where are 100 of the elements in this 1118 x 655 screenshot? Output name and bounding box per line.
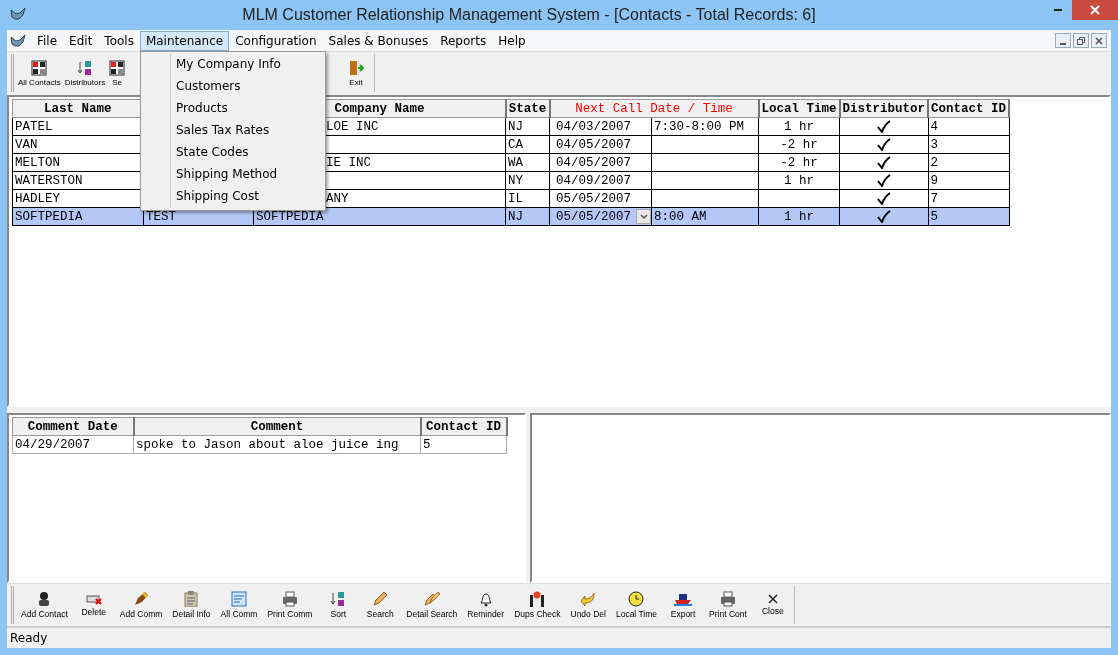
toolbar-button[interactable]: Add Comm	[114, 586, 168, 624]
sort-icon	[76, 59, 93, 76]
menu-item[interactable]: Tools	[98, 30, 140, 51]
table-cell: TEST	[146, 209, 176, 224]
table-cell: SOFTPEDIA	[15, 209, 83, 224]
column-header[interactable]: Comment	[133, 417, 421, 436]
table-cell: -2 hr	[780, 137, 818, 152]
table-cell: IL	[508, 191, 523, 206]
toolbar-button[interactable]: Delete	[72, 586, 115, 624]
menu-item[interactable]: Reports	[434, 30, 493, 51]
menu-item[interactable]: Edit	[63, 30, 99, 51]
restore-button[interactable]	[1073, 33, 1089, 48]
menu-item[interactable]: Help	[492, 30, 532, 51]
table-row[interactable]: SOFTPEDIA TEST SOFTPEDIA NJ 05/05/2007 8:00 AM 1 hr 5	[12, 207, 1010, 226]
column-header[interactable]: Local Time	[758, 99, 840, 118]
toolbar-button[interactable]: Se	[107, 54, 128, 92]
toolbar-button[interactable]: Distributors	[62, 54, 108, 92]
toolbar-button[interactable]: Local Time	[610, 586, 663, 624]
table-cell: PATEL	[15, 119, 53, 134]
toolbar-button[interactable]: Detail Search	[401, 586, 463, 624]
toolbar-button[interactable]: Export	[662, 586, 705, 624]
table-cell: 1 hr	[784, 173, 814, 188]
printer-icon	[719, 591, 736, 607]
table-cell: 04/29/2007	[15, 437, 90, 452]
column-header[interactable]: State	[505, 99, 550, 118]
menu-item[interactable]: File	[31, 30, 64, 51]
toolbar-button[interactable]: Reminder	[462, 586, 510, 624]
column-header[interactable]: Next Call Date / Time	[549, 99, 759, 118]
document-icon	[231, 591, 247, 607]
close-icon	[767, 594, 778, 604]
table-cell: 3	[930, 137, 939, 152]
toolbar-button[interactable]: All Contacts	[16, 54, 63, 92]
table-cell: 8:00 AM	[654, 209, 707, 224]
boat-icon	[674, 591, 693, 607]
toolbar-button[interactable]: Search	[359, 586, 402, 624]
toolbar-button[interactable]: Sort	[317, 586, 360, 624]
clock-icon	[628, 591, 645, 607]
door-icon	[348, 59, 364, 76]
table-cell: 5	[930, 209, 939, 224]
gate-icon	[529, 591, 546, 607]
close-icon	[1090, 5, 1100, 15]
close-icon	[1095, 36, 1103, 45]
toolbar-button[interactable]: Close	[751, 586, 794, 624]
toolbar-button[interactable]: Print Comm	[262, 586, 318, 624]
column-header[interactable]: Contact ID	[420, 417, 507, 436]
table-cell: WATERSTON	[15, 173, 83, 188]
menu-item[interactable]: Configuration	[229, 30, 323, 51]
printer-icon	[281, 591, 298, 607]
arrow-icon	[580, 591, 597, 607]
toolbar-button[interactable]: Dups Check	[509, 586, 566, 624]
menu-item[interactable]: Customers	[141, 76, 325, 98]
column-header[interactable]: Contact ID	[928, 99, 1010, 118]
table-cell: NJ	[508, 119, 523, 134]
battery-icon	[85, 593, 102, 605]
table-cell: IE INC	[326, 155, 371, 170]
menu-item[interactable]: Sales & Bonuses	[322, 30, 435, 51]
table-cell: 05/05/2007	[556, 209, 631, 224]
column-header[interactable]: Comment Date	[12, 417, 134, 436]
close-button[interactable]	[1072, 0, 1118, 20]
table-cell: 04/09/2007	[556, 173, 631, 188]
table-cell: spoke to Jason about aloe juice ing	[136, 437, 399, 452]
pencil-icon	[133, 591, 150, 607]
table-cell: 5	[423, 437, 431, 452]
toolbar-button[interactable]: Undo Del	[565, 586, 611, 624]
table-cell: 7:30-8:00 PM	[654, 119, 744, 134]
table-cell: 1 hr	[784, 209, 814, 224]
window-title: MLM Customer Relationship Management System - [Contacts - Total Records: 6]	[241, 6, 817, 24]
table-cell: 04/05/2007	[556, 137, 631, 152]
toolbar-button[interactable]: Detail Info	[167, 586, 216, 624]
table-cell: ANY	[326, 191, 349, 206]
table-cell: CA	[508, 137, 523, 152]
bell-icon	[478, 591, 493, 607]
menu-item[interactable]: Maintenance	[139, 30, 230, 51]
close-button[interactable]	[1091, 33, 1107, 48]
table-cell: MELTON	[15, 155, 60, 170]
column-header[interactable]: Distributor	[839, 99, 929, 118]
dropdown-button[interactable]	[636, 209, 651, 224]
toolbar-button[interactable]: All Comm	[215, 586, 263, 624]
status-text: Ready	[9, 631, 48, 645]
table-cell: 04/05/2007	[556, 155, 631, 170]
table-cell: WA	[508, 155, 523, 170]
table-cell: 1 hr	[784, 119, 814, 134]
table-cell: 9	[930, 173, 939, 188]
minimize-button[interactable]	[1055, 33, 1071, 48]
toolbar-button[interactable]: Exit	[346, 54, 366, 92]
minimize-icon	[1053, 9, 1063, 11]
table-cell: 05/05/2007	[556, 191, 631, 206]
restore-icon	[1077, 36, 1085, 45]
grid-icon	[109, 59, 126, 76]
clipboard-icon	[184, 591, 199, 607]
table-cell: LOE INC	[326, 119, 379, 134]
table-cell: SOFTPEDIA	[256, 209, 324, 224]
minimize-icon	[1059, 42, 1067, 45]
toolbar-button[interactable]: Print Cont	[704, 586, 752, 624]
menu-item[interactable]: My Company Info	[141, 54, 325, 76]
sort-icon	[330, 591, 347, 607]
toolbar-button[interactable]: Add Contact	[16, 586, 73, 624]
table-cell: 2	[930, 155, 939, 170]
grid-icon	[31, 59, 48, 76]
table-cell: 04/03/2007	[556, 119, 631, 134]
